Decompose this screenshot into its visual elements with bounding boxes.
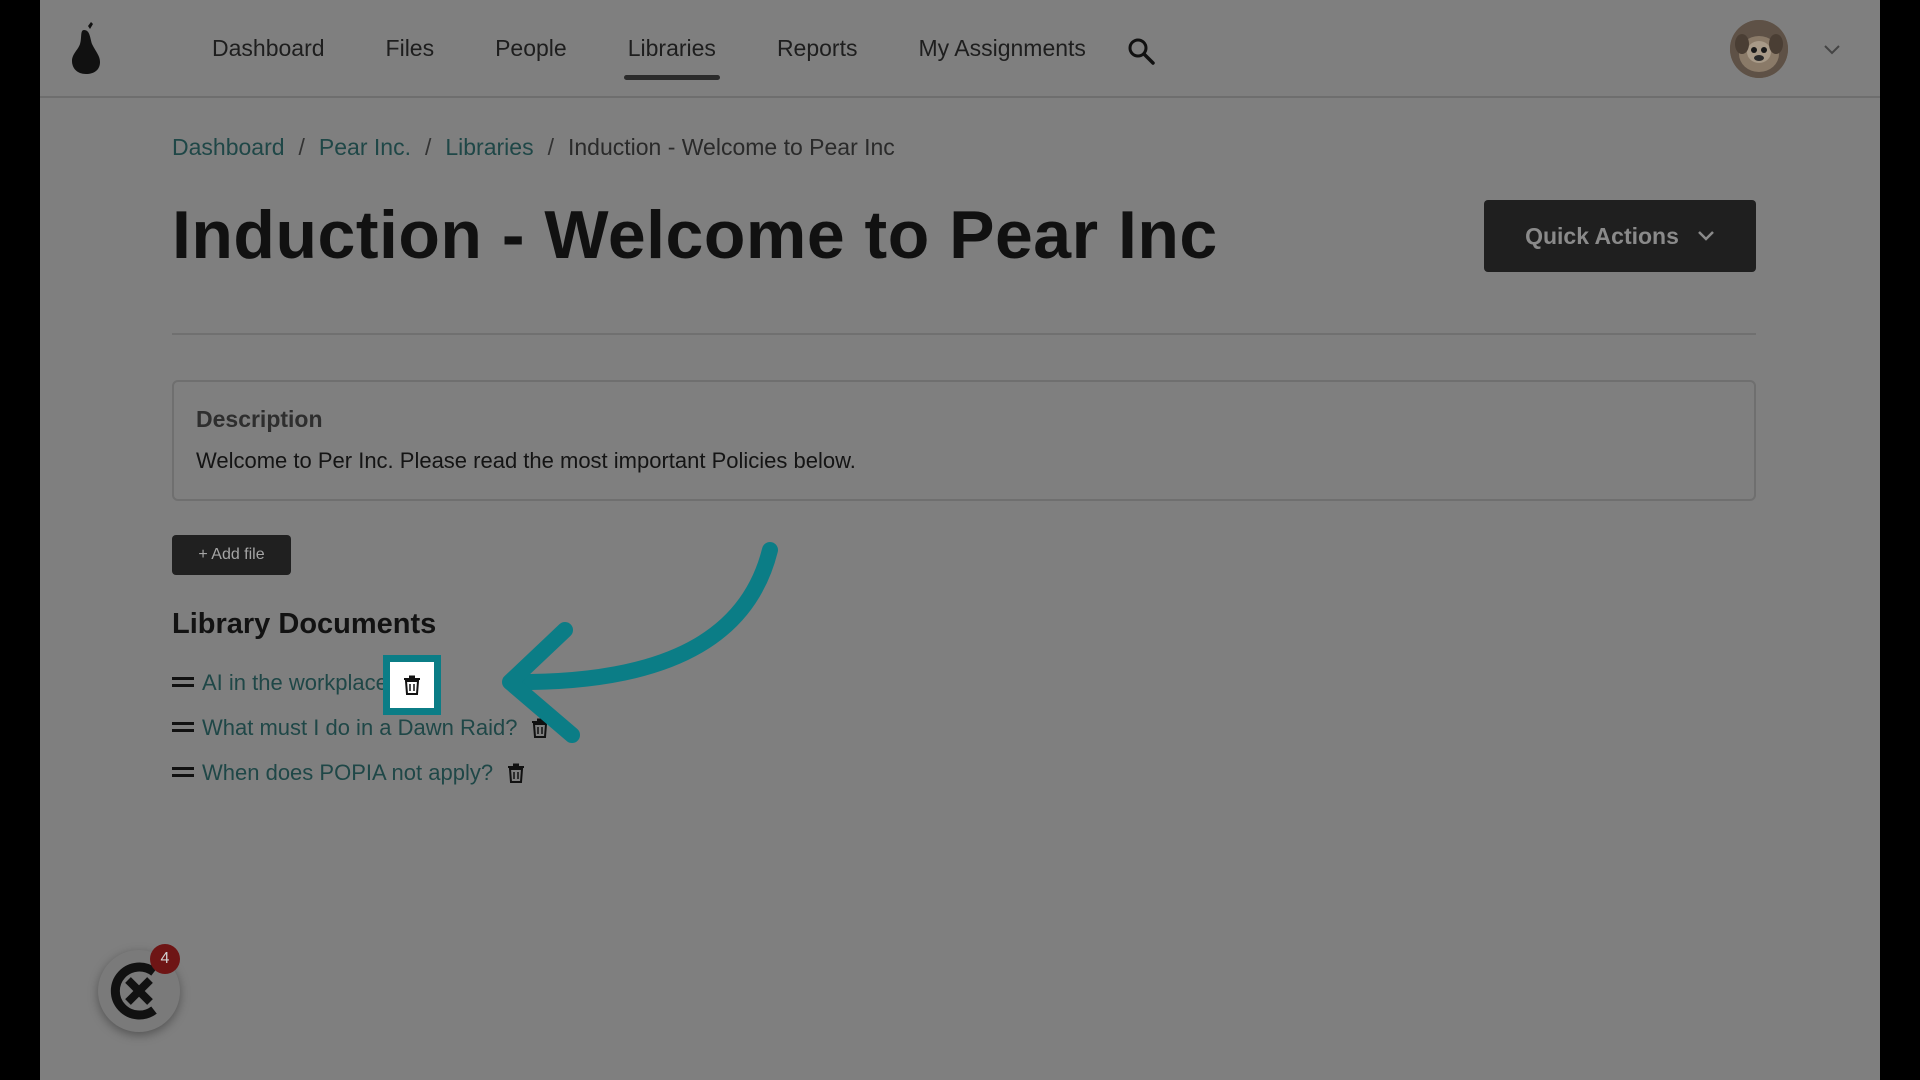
breadcrumb-separator: / — [298, 134, 305, 160]
search-icon[interactable] — [1126, 36, 1156, 66]
top-navigation: Dashboard Files People Libraries Reports… — [40, 0, 1880, 98]
trash-icon — [404, 675, 420, 695]
breadcrumb-libraries[interactable]: Libraries — [445, 134, 533, 161]
drag-handle-icon[interactable] — [172, 722, 194, 734]
library-documents-heading: Library Documents — [172, 608, 437, 640]
drag-handle-icon[interactable] — [172, 767, 194, 779]
tutorial-arrow-icon — [502, 542, 778, 743]
add-file-button[interactable]: + Add file — [172, 535, 291, 575]
description-heading: Description — [196, 406, 323, 432]
nav-menu: Dashboard Files People Libraries Reports… — [212, 0, 1147, 98]
nav-item-libraries[interactable]: Libraries — [623, 0, 721, 98]
breadcrumb-separator: / — [424, 134, 432, 160]
avatar-image — [1730, 20, 1788, 78]
drag-handle-icon[interactable] — [172, 677, 194, 689]
notification-badge: 4 — [150, 944, 180, 974]
breadcrumb-dashboard[interactable]: Dashboard — [172, 134, 285, 161]
nav-item-reports[interactable]: Reports — [777, 0, 858, 98]
chevron-down-icon — [1698, 231, 1714, 241]
description-text: Welcome to Per Inc. Please read the most… — [196, 448, 856, 473]
breadcrumb-separator: / — [547, 134, 554, 160]
breadcrumb-pear-inc[interactable]: Pear Inc. — [319, 134, 411, 161]
highlighted-delete-button[interactable] — [383, 655, 441, 715]
nav-item-people[interactable]: People — [495, 0, 567, 98]
pear-logo-icon[interactable] — [68, 22, 108, 74]
breadcrumb-current: Induction - Welcome to Pear Inc — [567, 134, 895, 160]
delete-button-inner — [390, 662, 434, 708]
user-avatar[interactable] — [1730, 20, 1788, 78]
nav-item-my-assignments[interactable]: My Assignments — [918, 0, 1085, 98]
quick-actions-label: Quick Actions — [1525, 222, 1679, 249]
header-divider — [172, 333, 1756, 335]
description-panel: Description Welcome to Per Inc. Please r… — [172, 380, 1756, 501]
app-window: Dashboard Files People Libraries Reports… — [40, 0, 1880, 1080]
chevron-down-icon[interactable] — [1823, 42, 1841, 56]
quick-actions-button[interactable]: Quick Actions — [1484, 200, 1756, 272]
trash-icon[interactable] — [507, 763, 525, 783]
document-link-ai-in-the-workplace[interactable]: AI in the workplace — [202, 670, 388, 696]
nav-item-dashboard[interactable]: Dashboard — [212, 0, 325, 98]
document-item: When does POPIA not apply? — [172, 756, 525, 790]
document-link-popia[interactable]: When does POPIA not apply? — [202, 760, 493, 786]
breadcrumb: Dashboard / Pear Inc. / Libraries / Indu… — [172, 134, 895, 161]
page-title: Induction - Welcome to Pear Inc — [172, 197, 1218, 273]
document-item: AI in the workplace — [172, 666, 388, 700]
nav-item-files[interactable]: Files — [386, 0, 435, 98]
